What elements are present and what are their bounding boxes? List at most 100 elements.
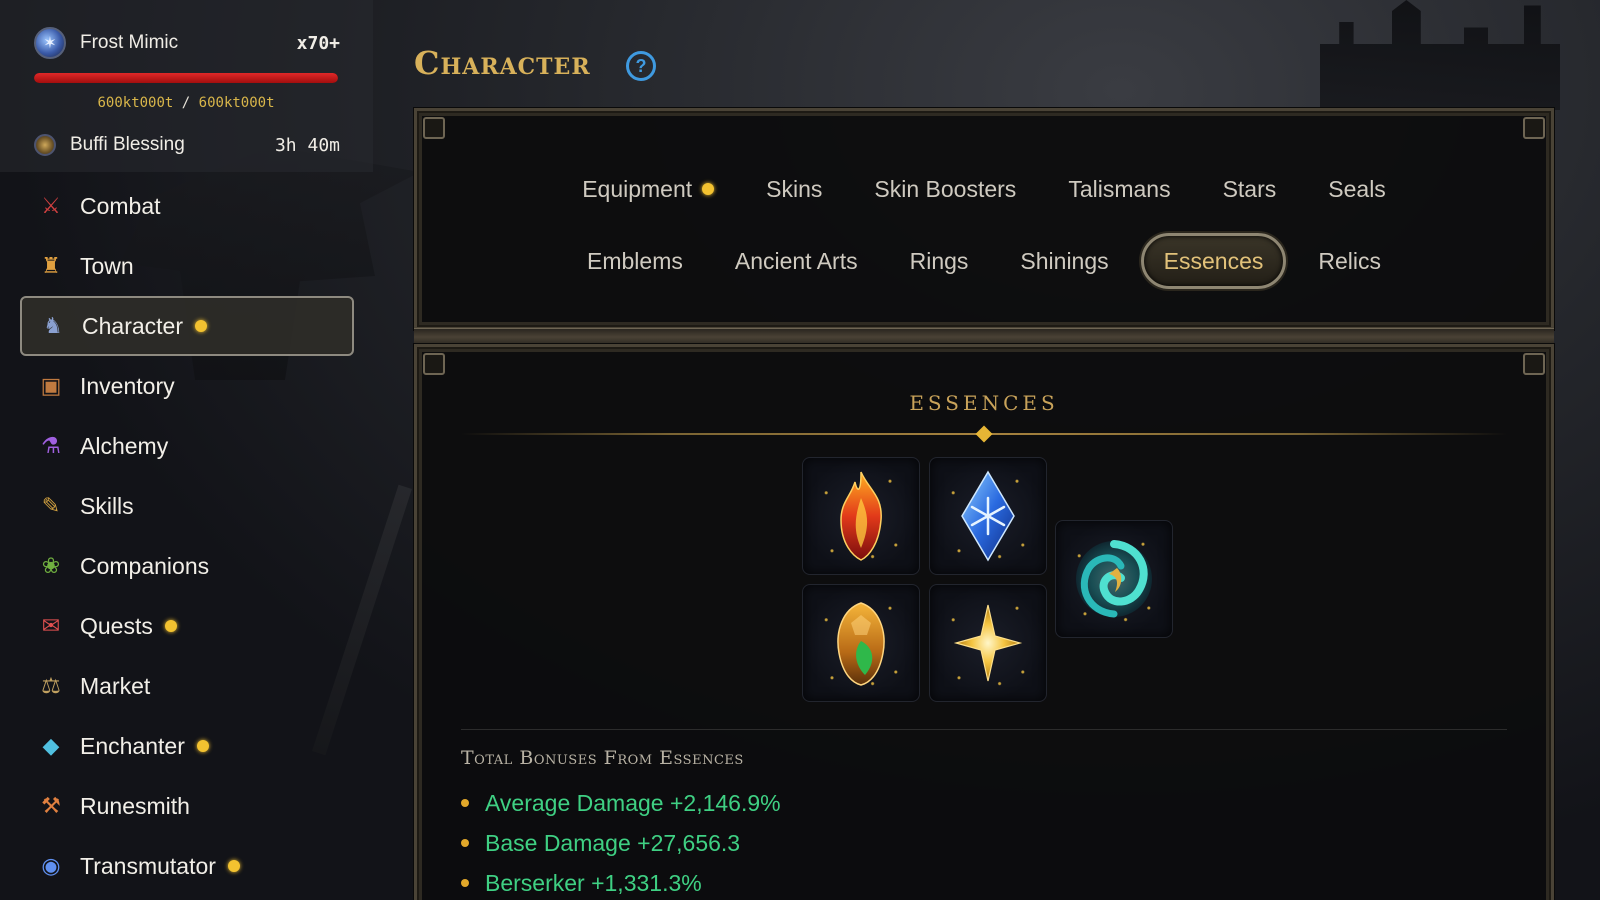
tab-label: Seals [1328, 175, 1386, 202]
nav-item-transmutator[interactable]: ◉ Transmutator [20, 836, 354, 896]
nav-item-runesmith[interactable]: ⚒ Runesmith [20, 776, 354, 836]
hp-bar-fill [34, 73, 338, 83]
tabs-panel: Equipment Skins Skin Boosters Talismans … [414, 108, 1554, 330]
tab-label: Stars [1222, 175, 1277, 202]
tab-shinings[interactable]: Shinings [1000, 233, 1128, 289]
bonus-separator [461, 729, 1507, 730]
nav-label: Companions [80, 552, 210, 579]
nav-label: Quests [80, 612, 153, 639]
castle-icon: ♜ [41, 253, 61, 278]
bonus-section-title: Total Bonuses From Essences [461, 747, 744, 769]
bullet-icon [461, 879, 469, 887]
bonus-item: Average Damage +2,146.9% [461, 783, 781, 823]
bullet-icon [461, 839, 469, 847]
nav-item-inventory[interactable]: ▣ Inventory [20, 356, 354, 416]
frost-orb-icon: ✶ [34, 27, 66, 59]
bonus-text: Base Damage +27,656.3 [485, 829, 741, 856]
section-title: ESSENCES [909, 391, 1059, 415]
spellbook-icon: ✎ [41, 493, 61, 518]
hp-text: 600kt000t / 600kt000t [34, 95, 338, 111]
essence-slot-wind[interactable] [1055, 520, 1173, 638]
tab-equipment[interactable]: Equipment [562, 161, 734, 217]
essence-slot-frost[interactable] [929, 457, 1047, 575]
bonus-list: Average Damage +2,146.9% Base Damage +27… [461, 783, 781, 900]
knight-icon: ♞ [43, 313, 63, 338]
hammer-icon: ⚒ [41, 793, 61, 818]
potion-icon: ⚗ [41, 433, 61, 458]
tab-skin-boosters[interactable]: Skin Boosters [854, 161, 1036, 217]
tab-label: Rings [909, 247, 969, 274]
nav-item-enchanter[interactable]: ◆ Enchanter [20, 716, 354, 776]
scroll-icon: ✉ [41, 613, 61, 638]
notification-dot [164, 620, 177, 632]
nav-item-market[interactable]: ⚖ Market [20, 656, 354, 716]
tab-ancient-arts[interactable]: Ancient Arts [715, 233, 878, 289]
nav-item-character[interactable]: ♞ Character [20, 296, 354, 356]
bonus-text: Average Damage +2,146.9% [485, 789, 781, 816]
essence-slot-nature[interactable] [802, 584, 920, 702]
essence-slot-fire[interactable] [802, 457, 920, 575]
tab-row-1: Equipment Skins Skin Boosters Talismans … [417, 161, 1551, 217]
nav-item-quests[interactable]: ✉ Quests [20, 596, 354, 656]
buff-name: Buffi Blessing [70, 134, 185, 155]
tab-stars[interactable]: Stars [1203, 161, 1297, 217]
bonus-text: Berserker +1,331.3% [485, 869, 702, 896]
main-nav: ⚔ Combat ♜ Town ♞ Character ▣ Inventory … [20, 176, 354, 896]
tab-talismans[interactable]: Talismans [1048, 161, 1190, 217]
nav-label: Character [82, 312, 183, 339]
essence-slot-light[interactable] [929, 584, 1047, 702]
bonus-item: Base Damage +27,656.3 [461, 823, 781, 863]
diamond-ornament-icon [975, 425, 993, 443]
help-icon[interactable]: ? [626, 51, 656, 81]
nav-label: Market [80, 672, 151, 699]
nav-item-alchemy[interactable]: ⚗ Alchemy [20, 416, 354, 476]
tab-essences[interactable]: Essences [1140, 233, 1287, 289]
scales-icon: ⚖ [41, 673, 61, 698]
notification-dot [194, 320, 207, 332]
backpack-icon: ▣ [40, 373, 62, 398]
hp-current: 600kt000t [97, 95, 174, 111]
tab-row-2: Emblems Ancient Arts Rings Shinings Esse… [417, 233, 1551, 289]
nav-label: Runesmith [80, 792, 190, 819]
tab-label: Essences [1163, 247, 1264, 274]
tab-seals[interactable]: Seals [1308, 161, 1406, 217]
nav-item-companions[interactable]: ❀ Companions [20, 536, 354, 596]
buff-row[interactable]: Buffi Blessing 3h 40m [34, 130, 340, 160]
nav-label: Enchanter [80, 732, 185, 759]
tab-rings[interactable]: Rings [890, 233, 989, 289]
nav-item-town[interactable]: ♜ Town [20, 236, 354, 296]
nav-label: Combat [80, 192, 161, 219]
bullet-icon [461, 799, 469, 807]
pet-name: Frost Mimic [80, 32, 179, 53]
nav-label: Inventory [80, 372, 175, 399]
tab-skins[interactable]: Skins [746, 161, 842, 217]
tab-emblems[interactable]: Emblems [567, 233, 703, 289]
pet-row[interactable]: ✶ Frost Mimic x70+ [34, 26, 340, 60]
hp-separator: / [181, 95, 191, 111]
bonus-item: Berserker +1,331.3% [461, 863, 781, 900]
swirl-orb-icon: ◉ [41, 853, 61, 878]
tab-label: Skins [766, 175, 823, 202]
nav-label: Transmutator [80, 852, 216, 879]
paw-icon: ❀ [41, 553, 61, 578]
nav-label: Town [80, 252, 134, 279]
notification-dot [702, 183, 715, 195]
nav-item-combat[interactable]: ⚔ Combat [20, 176, 354, 236]
crystal-icon: ◆ [42, 733, 60, 758]
player-status-box: ✶ Frost Mimic x70+ 600kt000t / 600kt000t… [0, 0, 373, 172]
tab-label: Ancient Arts [734, 247, 858, 274]
tab-relics[interactable]: Relics [1298, 233, 1401, 289]
tab-label: Relics [1318, 247, 1381, 274]
crossed-swords-icon: ⚔ [41, 193, 61, 218]
nav-item-skills[interactable]: ✎ Skills [20, 476, 354, 536]
notification-dot [227, 860, 240, 872]
pet-multiplier: x70+ [296, 32, 340, 54]
tab-label: Talismans [1068, 175, 1171, 202]
tab-label: Emblems [587, 247, 683, 274]
hp-bar [34, 73, 338, 83]
nav-label: Alchemy [80, 432, 169, 459]
buff-time: 3h 40m [274, 134, 340, 156]
nav-label: Skills [80, 492, 134, 519]
essences-panel: ESSENCES Total Bonuses From Essences Ave… [414, 344, 1554, 900]
tab-label: Equipment [582, 175, 693, 202]
